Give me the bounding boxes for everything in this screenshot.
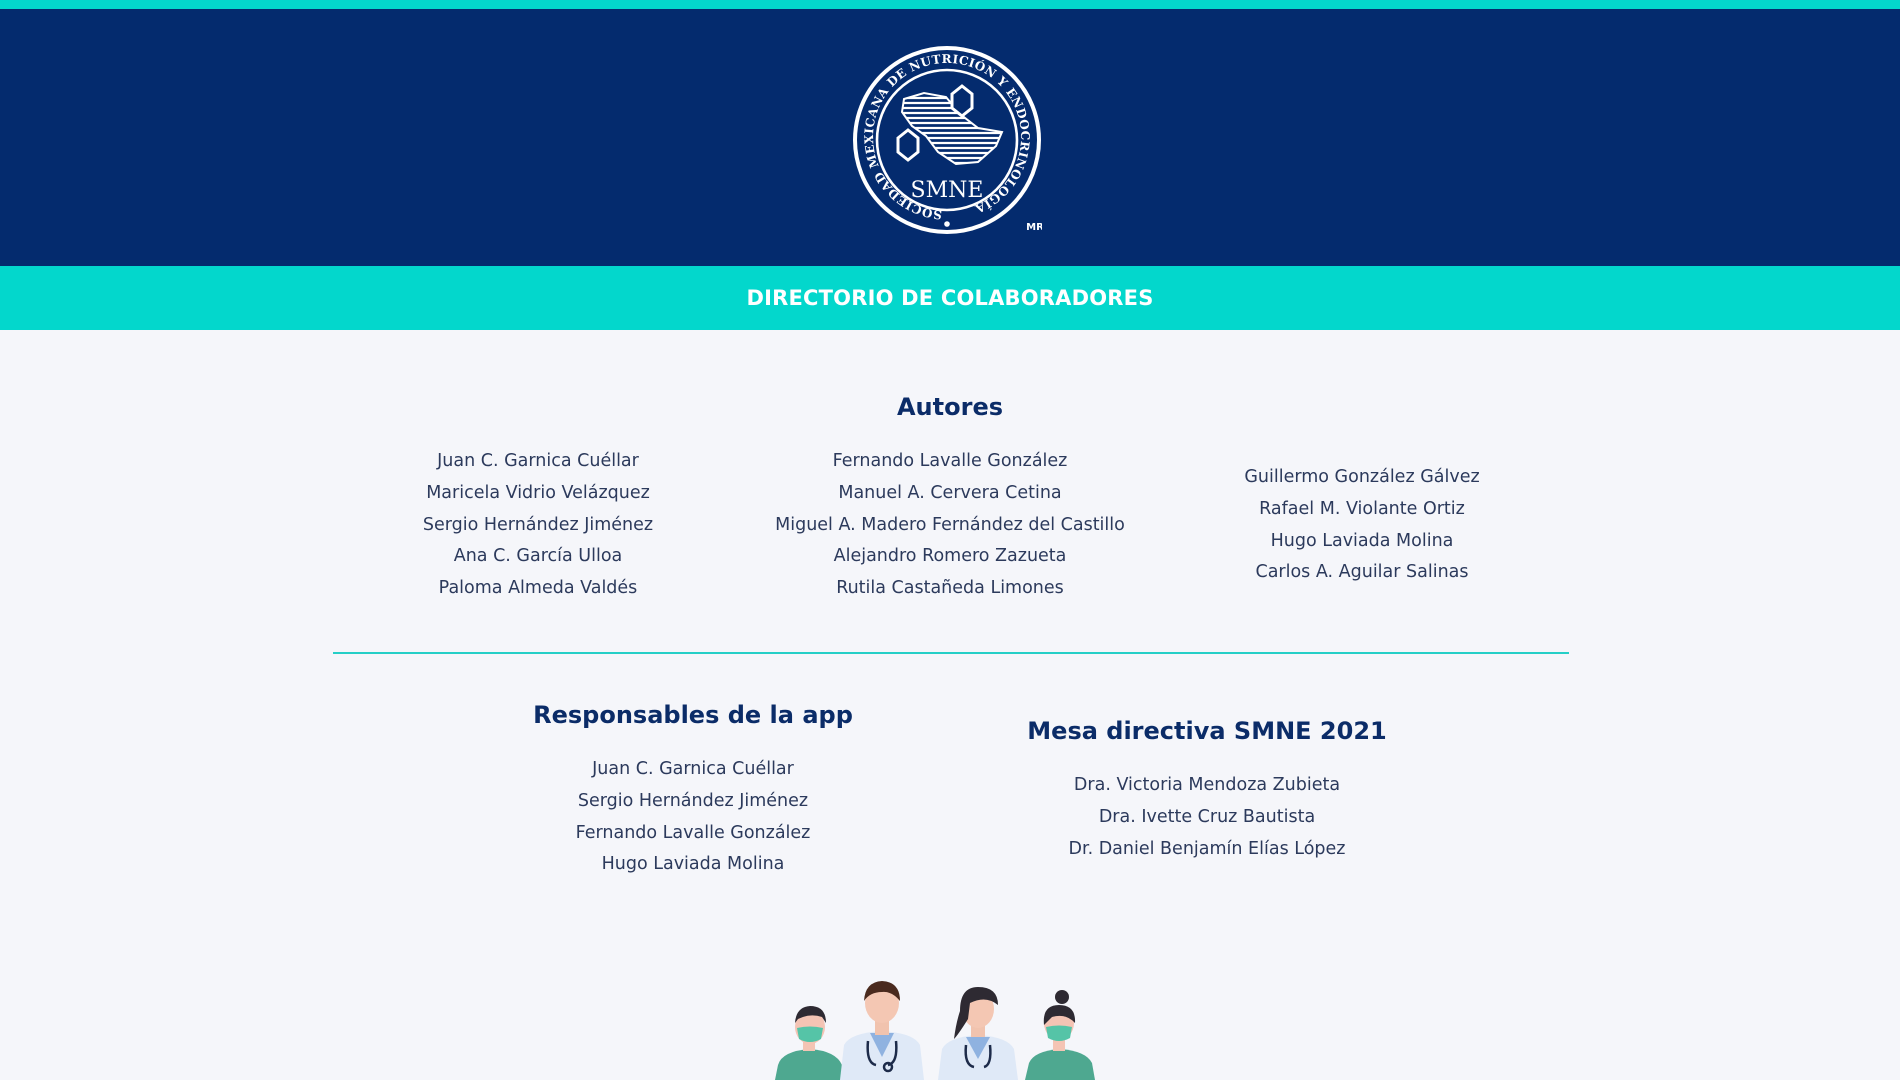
author-name: Guillermo González Gálvez <box>1244 467 1480 487</box>
top-accent-strip <box>0 0 1900 9</box>
autores-column-2: Fernando Lavalle González Manuel A. Cerv… <box>750 446 1150 605</box>
author-name: Rutila Castañeda Limones <box>836 578 1064 599</box>
mesa-member-name: Dra. Ivette Cruz Bautista <box>1098 806 1316 827</box>
header: SOCIEDAD MEXICANA DE NUTRICIÓN Y ENDOCRI… <box>0 9 1900 266</box>
svg-text:SMNE: SMNE <box>911 178 984 203</box>
responsable-name: Hugo Laviada Molina <box>601 854 785 875</box>
author-name: Alejandro Romero Zazueta <box>833 546 1067 567</box>
responsable-name: Sergio Hernández Jiménez <box>577 790 809 811</box>
autores-column-3: Guillermo González Gálvez Rafael M. Viol… <box>1212 462 1512 589</box>
author-name: Carlos A. Aguilar Salinas <box>1255 562 1469 583</box>
responsable-name: Juan C. Garnica Cuéllar <box>592 759 794 779</box>
medical-team-illustration-icon <box>775 981 1095 1080</box>
nurse-right-figure <box>1025 990 1095 1080</box>
author-name: Manuel A. Cervera Cetina <box>838 482 1062 503</box>
responsables-list: Juan C. Garnica Cuéllar Sergio Hernández… <box>543 754 843 881</box>
author-name: Sergio Hernández Jiménez <box>422 514 654 535</box>
mesa-directiva-list: Dra. Victoria Mendoza Zubieta Dra. Ivett… <box>1057 770 1357 865</box>
directory-title: DIRECTORIO DE COLABORADORES <box>746 286 1154 310</box>
mesa-directiva-heading: Mesa directiva SMNE 2021 <box>1027 717 1387 745</box>
doctor-female-figure <box>938 987 1018 1080</box>
responsables-heading: Responsables de la app <box>533 701 853 729</box>
author-name: Juan C. Garnica Cuéllar <box>437 451 639 471</box>
author-name: Fernando Lavalle González <box>832 451 1068 471</box>
author-name: Maricela Vidrio Velázquez <box>426 482 650 503</box>
mesa-member-name: Dra. Victoria Mendoza Zubieta <box>1073 775 1341 795</box>
mesa-member-name: Dr. Daniel Benjamín Elías López <box>1068 838 1346 859</box>
author-name: Ana C. García Ulloa <box>453 546 623 567</box>
directory-banner: DIRECTORIO DE COLABORADORES <box>0 266 1900 330</box>
doctor-male-figure <box>840 981 924 1080</box>
nurse-left-figure <box>775 1006 845 1080</box>
svg-text:MR: MR <box>1026 222 1042 233</box>
section-divider <box>333 652 1569 654</box>
author-name: Rafael M. Violante Ortiz <box>1259 498 1465 519</box>
author-name: Miguel A. Madero Fernández del Castillo <box>775 514 1125 535</box>
autores-heading: Autores <box>896 393 1004 421</box>
responsable-name: Fernando Lavalle González <box>575 822 811 843</box>
smne-logo-icon: SOCIEDAD MEXICANA DE NUTRICIÓN Y ENDOCRI… <box>853 46 1042 234</box>
autores-column-1: Juan C. Garnica Cuéllar Maricela Vidrio … <box>388 446 688 605</box>
author-name: Hugo Laviada Molina <box>1270 530 1454 551</box>
author-name: Paloma Almeda Valdés <box>438 578 638 599</box>
